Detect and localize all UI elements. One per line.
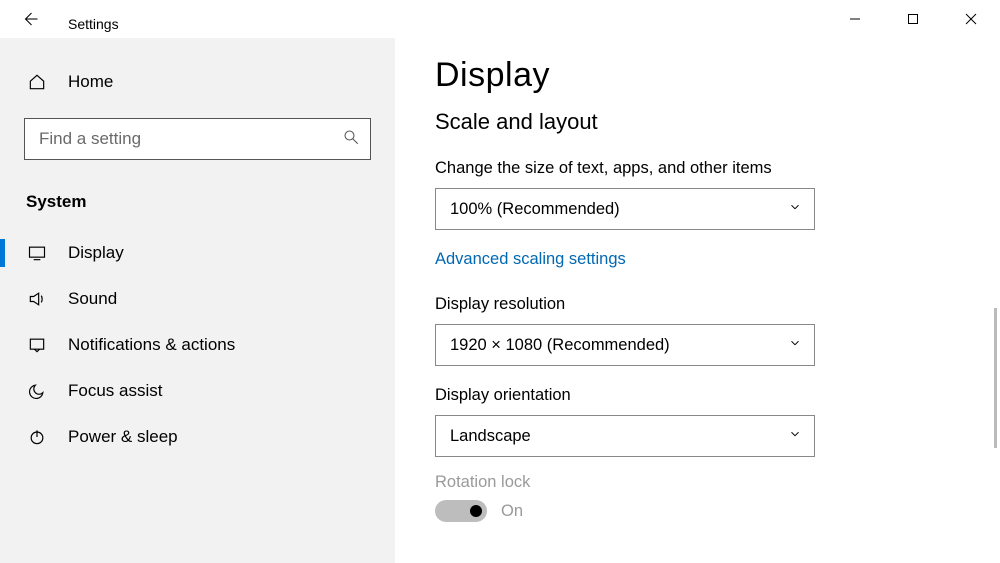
nav-list: Display Sound Notifications & actions Fo… <box>0 230 395 460</box>
resolution-value: 1920 × 1080 (Recommended) <box>450 336 670 355</box>
main-pane: Display Scale and layout Change the size… <box>395 38 1000 563</box>
power-icon <box>26 427 48 447</box>
home-nav[interactable]: Home <box>0 64 395 100</box>
back-button[interactable] <box>12 0 48 38</box>
rotation-lock-label: Rotation lock <box>435 473 982 492</box>
nav-item-label: Sound <box>48 289 117 309</box>
nav-item-display[interactable]: Display <box>0 230 395 276</box>
app-title: Settings <box>48 6 119 32</box>
rotation-lock-toggle[interactable] <box>435 500 487 522</box>
chevron-down-icon <box>788 200 802 219</box>
page-title: Display <box>435 56 982 95</box>
search-field[interactable] <box>37 128 342 150</box>
home-icon <box>26 72 48 92</box>
nav-item-label: Display <box>48 243 124 263</box>
nav-item-label: Focus assist <box>48 381 162 401</box>
nav-item-label: Notifications & actions <box>48 335 235 355</box>
sidebar: Home System Display <box>0 38 395 563</box>
orientation-label: Display orientation <box>435 386 982 405</box>
nav-item-sound[interactable]: Sound <box>0 276 395 322</box>
search-icon <box>342 128 360 151</box>
resolution-select[interactable]: 1920 × 1080 (Recommended) <box>435 324 815 366</box>
close-button[interactable] <box>942 0 1000 38</box>
scale-label: Change the size of text, apps, and other… <box>435 159 982 178</box>
nav-item-label: Power & sleep <box>48 427 178 447</box>
orientation-value: Landscape <box>450 427 531 446</box>
moon-icon <box>26 381 48 401</box>
scrollbar[interactable] <box>994 308 997 448</box>
scale-select[interactable]: 100% (Recommended) <box>435 188 815 230</box>
chevron-down-icon <box>788 427 802 446</box>
notif-icon <box>26 335 48 355</box>
monitor-icon <box>26 243 48 263</box>
chevron-down-icon <box>788 336 802 355</box>
orientation-select[interactable]: Landscape <box>435 415 815 457</box>
advanced-scaling-link[interactable]: Advanced scaling settings <box>435 250 626 269</box>
toggle-knob <box>470 505 482 517</box>
search-input[interactable] <box>24 118 371 160</box>
minimize-button[interactable] <box>826 0 884 38</box>
maximize-button[interactable] <box>884 0 942 38</box>
resolution-label: Display resolution <box>435 295 982 314</box>
rotation-lock-state: On <box>487 502 523 521</box>
nav-item-notifications[interactable]: Notifications & actions <box>0 322 395 368</box>
scale-value: 100% (Recommended) <box>450 200 620 219</box>
home-label: Home <box>48 72 113 92</box>
titlebar: Settings <box>0 0 1000 38</box>
sidebar-section-system: System <box>0 186 395 218</box>
section-title: Scale and layout <box>435 109 982 135</box>
nav-item-power-sleep[interactable]: Power & sleep <box>0 414 395 460</box>
nav-item-focus-assist[interactable]: Focus assist <box>0 368 395 414</box>
sound-icon <box>26 289 48 309</box>
